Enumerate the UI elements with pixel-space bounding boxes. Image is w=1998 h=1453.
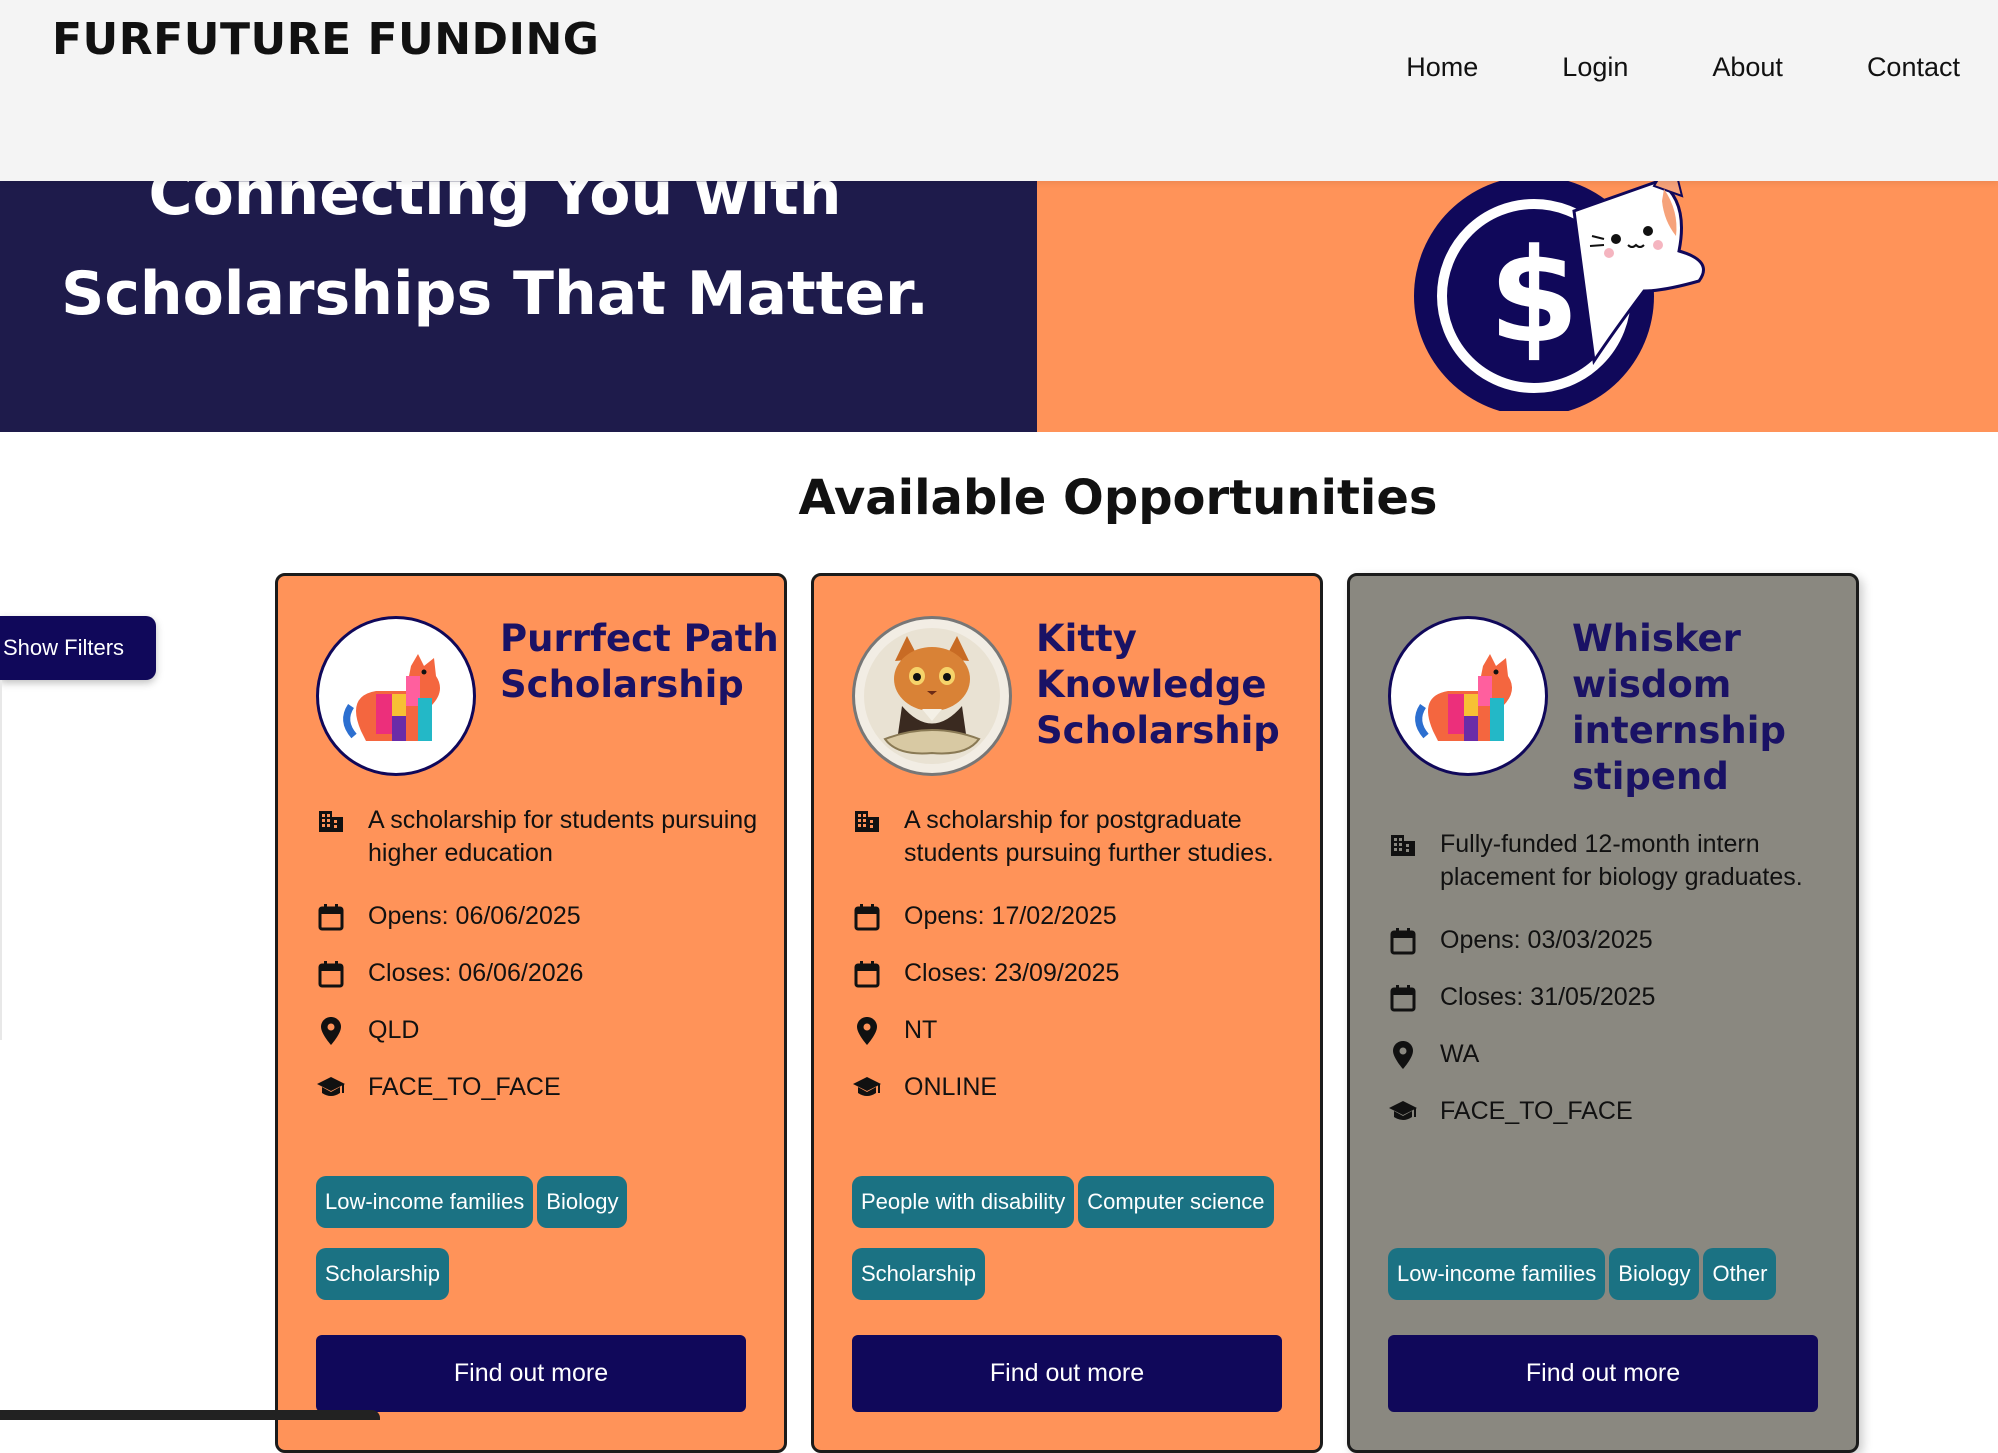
- tag[interactable]: Scholarship: [316, 1248, 449, 1300]
- card-description: A scholarship for students pursuing high…: [368, 806, 758, 867]
- calendar-icon: [1388, 981, 1418, 1014]
- card-location-row: NT: [852, 1014, 1312, 1047]
- location-pin-icon: [316, 1014, 346, 1047]
- card-location-row: WA: [1388, 1038, 1848, 1071]
- section-title: Available Opportunities: [0, 470, 1998, 526]
- card-tags: People with disability Computer science …: [852, 1176, 1292, 1320]
- location-pin-icon: [1388, 1038, 1418, 1071]
- card-opens-date: Opens: 03/03/2025: [1440, 926, 1653, 954]
- site-header: FURFUTURE FUNDING Home Login About Conta…: [0, 0, 1998, 181]
- nav-login-link[interactable]: Login: [1562, 52, 1628, 83]
- hero-banner-right: $: [1037, 181, 1998, 432]
- tag[interactable]: Computer science: [1078, 1176, 1274, 1228]
- nav-contact-link[interactable]: Contact: [1867, 52, 1960, 83]
- card-opens-row: Opens: 17/02/2025: [852, 900, 1312, 933]
- tag[interactable]: People with disability: [852, 1176, 1075, 1228]
- calendar-icon: [316, 957, 346, 990]
- card-description-row: A scholarship for postgraduate students …: [852, 804, 1312, 870]
- card-delivery-mode: FACE_TO_FACE: [368, 1073, 561, 1101]
- calendar-icon: [316, 900, 346, 933]
- card-delivery-mode: FACE_TO_FACE: [1440, 1097, 1633, 1125]
- card-description: Fully-funded 12-month intern placement f…: [1440, 830, 1803, 891]
- card-title[interactable]: Purrfect Path Scholarship: [500, 616, 780, 708]
- card-mode-row: FACE_TO_FACE: [316, 1071, 776, 1104]
- card-avatar: [852, 616, 1012, 776]
- graduation-cap-icon: [316, 1071, 346, 1104]
- calendar-icon: [852, 957, 882, 990]
- opportunity-card: Kitty Knowledge Scholarship A scholarshi…: [811, 573, 1323, 1453]
- tag[interactable]: Biology: [537, 1176, 628, 1228]
- hero-banner-left: Connecting You with Scholarships That Ma…: [0, 181, 1037, 432]
- card-location: NT: [904, 1016, 938, 1044]
- tag[interactable]: Low-income families: [1388, 1248, 1606, 1300]
- card-location-row: QLD: [316, 1014, 776, 1047]
- card-avatar: [1388, 616, 1548, 776]
- tag[interactable]: Scholarship: [852, 1248, 985, 1300]
- card-closes-date: Closes: 06/06/2026: [368, 959, 584, 987]
- find-out-more-button[interactable]: Find out more: [852, 1335, 1282, 1412]
- opportunity-card: Purrfect Path Scholarship A scholarship …: [275, 573, 787, 1453]
- card-delivery-mode: ONLINE: [904, 1073, 998, 1101]
- graduation-cap-icon: [852, 1071, 882, 1104]
- main-nav: Home Login About Contact: [1406, 52, 1998, 83]
- building-icon: [1388, 828, 1418, 861]
- calendar-icon: [1388, 924, 1418, 957]
- hero-headline-line1: Connecting You with: [148, 181, 842, 229]
- card-location: WA: [1440, 1040, 1480, 1068]
- building-icon: [316, 804, 346, 837]
- hero-headline-line2: Scholarships That Matter.: [61, 259, 929, 329]
- cat-scholar-icon: [864, 628, 1000, 764]
- building-icon: [852, 804, 882, 837]
- svg-text:$: $: [1489, 220, 1579, 372]
- nav-about-link[interactable]: About: [1712, 52, 1783, 83]
- card-closes-row: Closes: 23/09/2025: [852, 957, 1312, 990]
- nav-home-link[interactable]: Home: [1406, 52, 1478, 83]
- site-logo[interactable]: FURFUTURE FUNDING: [52, 14, 599, 65]
- dollar-coin-cat-icon: $: [1414, 181, 1705, 411]
- cat-logo-icon: [343, 654, 440, 741]
- card-info: Fully-funded 12-month intern placement f…: [1388, 828, 1848, 1152]
- section-title-text: Available Opportunities: [798, 470, 1438, 526]
- location-pin-icon: [852, 1014, 882, 1047]
- graduation-cap-icon: [1388, 1095, 1418, 1128]
- card-mode-row: FACE_TO_FACE: [1388, 1095, 1848, 1128]
- card-tags: Low-income families Biology Scholarship: [316, 1176, 756, 1320]
- card-opens-row: Opens: 03/03/2025: [1388, 924, 1848, 957]
- tag[interactable]: Other: [1703, 1248, 1777, 1300]
- card-closes-row: Closes: 06/06/2026: [316, 957, 776, 990]
- card-title[interactable]: Whisker wisdom internship stipend: [1572, 616, 1852, 800]
- calendar-icon: [852, 900, 882, 933]
- card-tags: Low-income families Biology Other: [1388, 1248, 1828, 1320]
- card-closes-date: Closes: 23/09/2025: [904, 959, 1120, 987]
- show-filters-button[interactable]: Show Filters: [0, 616, 156, 680]
- card-info: A scholarship for postgraduate students …: [852, 804, 1312, 1128]
- card-avatar: [316, 616, 476, 776]
- tag[interactable]: Biology: [1609, 1248, 1700, 1300]
- opportunity-card: Whisker wisdom internship stipend Fully-…: [1347, 573, 1859, 1453]
- card-closes-row: Closes: 31/05/2025: [1388, 981, 1848, 1014]
- cat-logo-icon: [1415, 654, 1512, 741]
- card-location: QLD: [368, 1016, 420, 1044]
- card-opens-row: Opens: 06/06/2025: [316, 900, 776, 933]
- card-description-row: Fully-funded 12-month intern placement f…: [1388, 828, 1848, 894]
- card-info: A scholarship for students pursuing high…: [316, 804, 776, 1128]
- card-opens-date: Opens: 06/06/2025: [368, 902, 581, 930]
- card-mode-row: ONLINE: [852, 1071, 1312, 1104]
- tag[interactable]: Low-income families: [316, 1176, 534, 1228]
- card-closes-date: Closes: 31/05/2025: [1440, 983, 1656, 1011]
- filter-panel-edge: [0, 680, 2, 1040]
- find-out-more-button[interactable]: Find out more: [1388, 1335, 1818, 1412]
- bottom-overlay-bar: [0, 1410, 380, 1420]
- card-description-row: A scholarship for students pursuing high…: [316, 804, 776, 870]
- card-opens-date: Opens: 17/02/2025: [904, 902, 1117, 930]
- find-out-more-button[interactable]: Find out more: [316, 1335, 746, 1412]
- card-title[interactable]: Kitty Knowledge Scholarship: [1036, 616, 1316, 754]
- card-description: A scholarship for postgraduate students …: [904, 806, 1274, 867]
